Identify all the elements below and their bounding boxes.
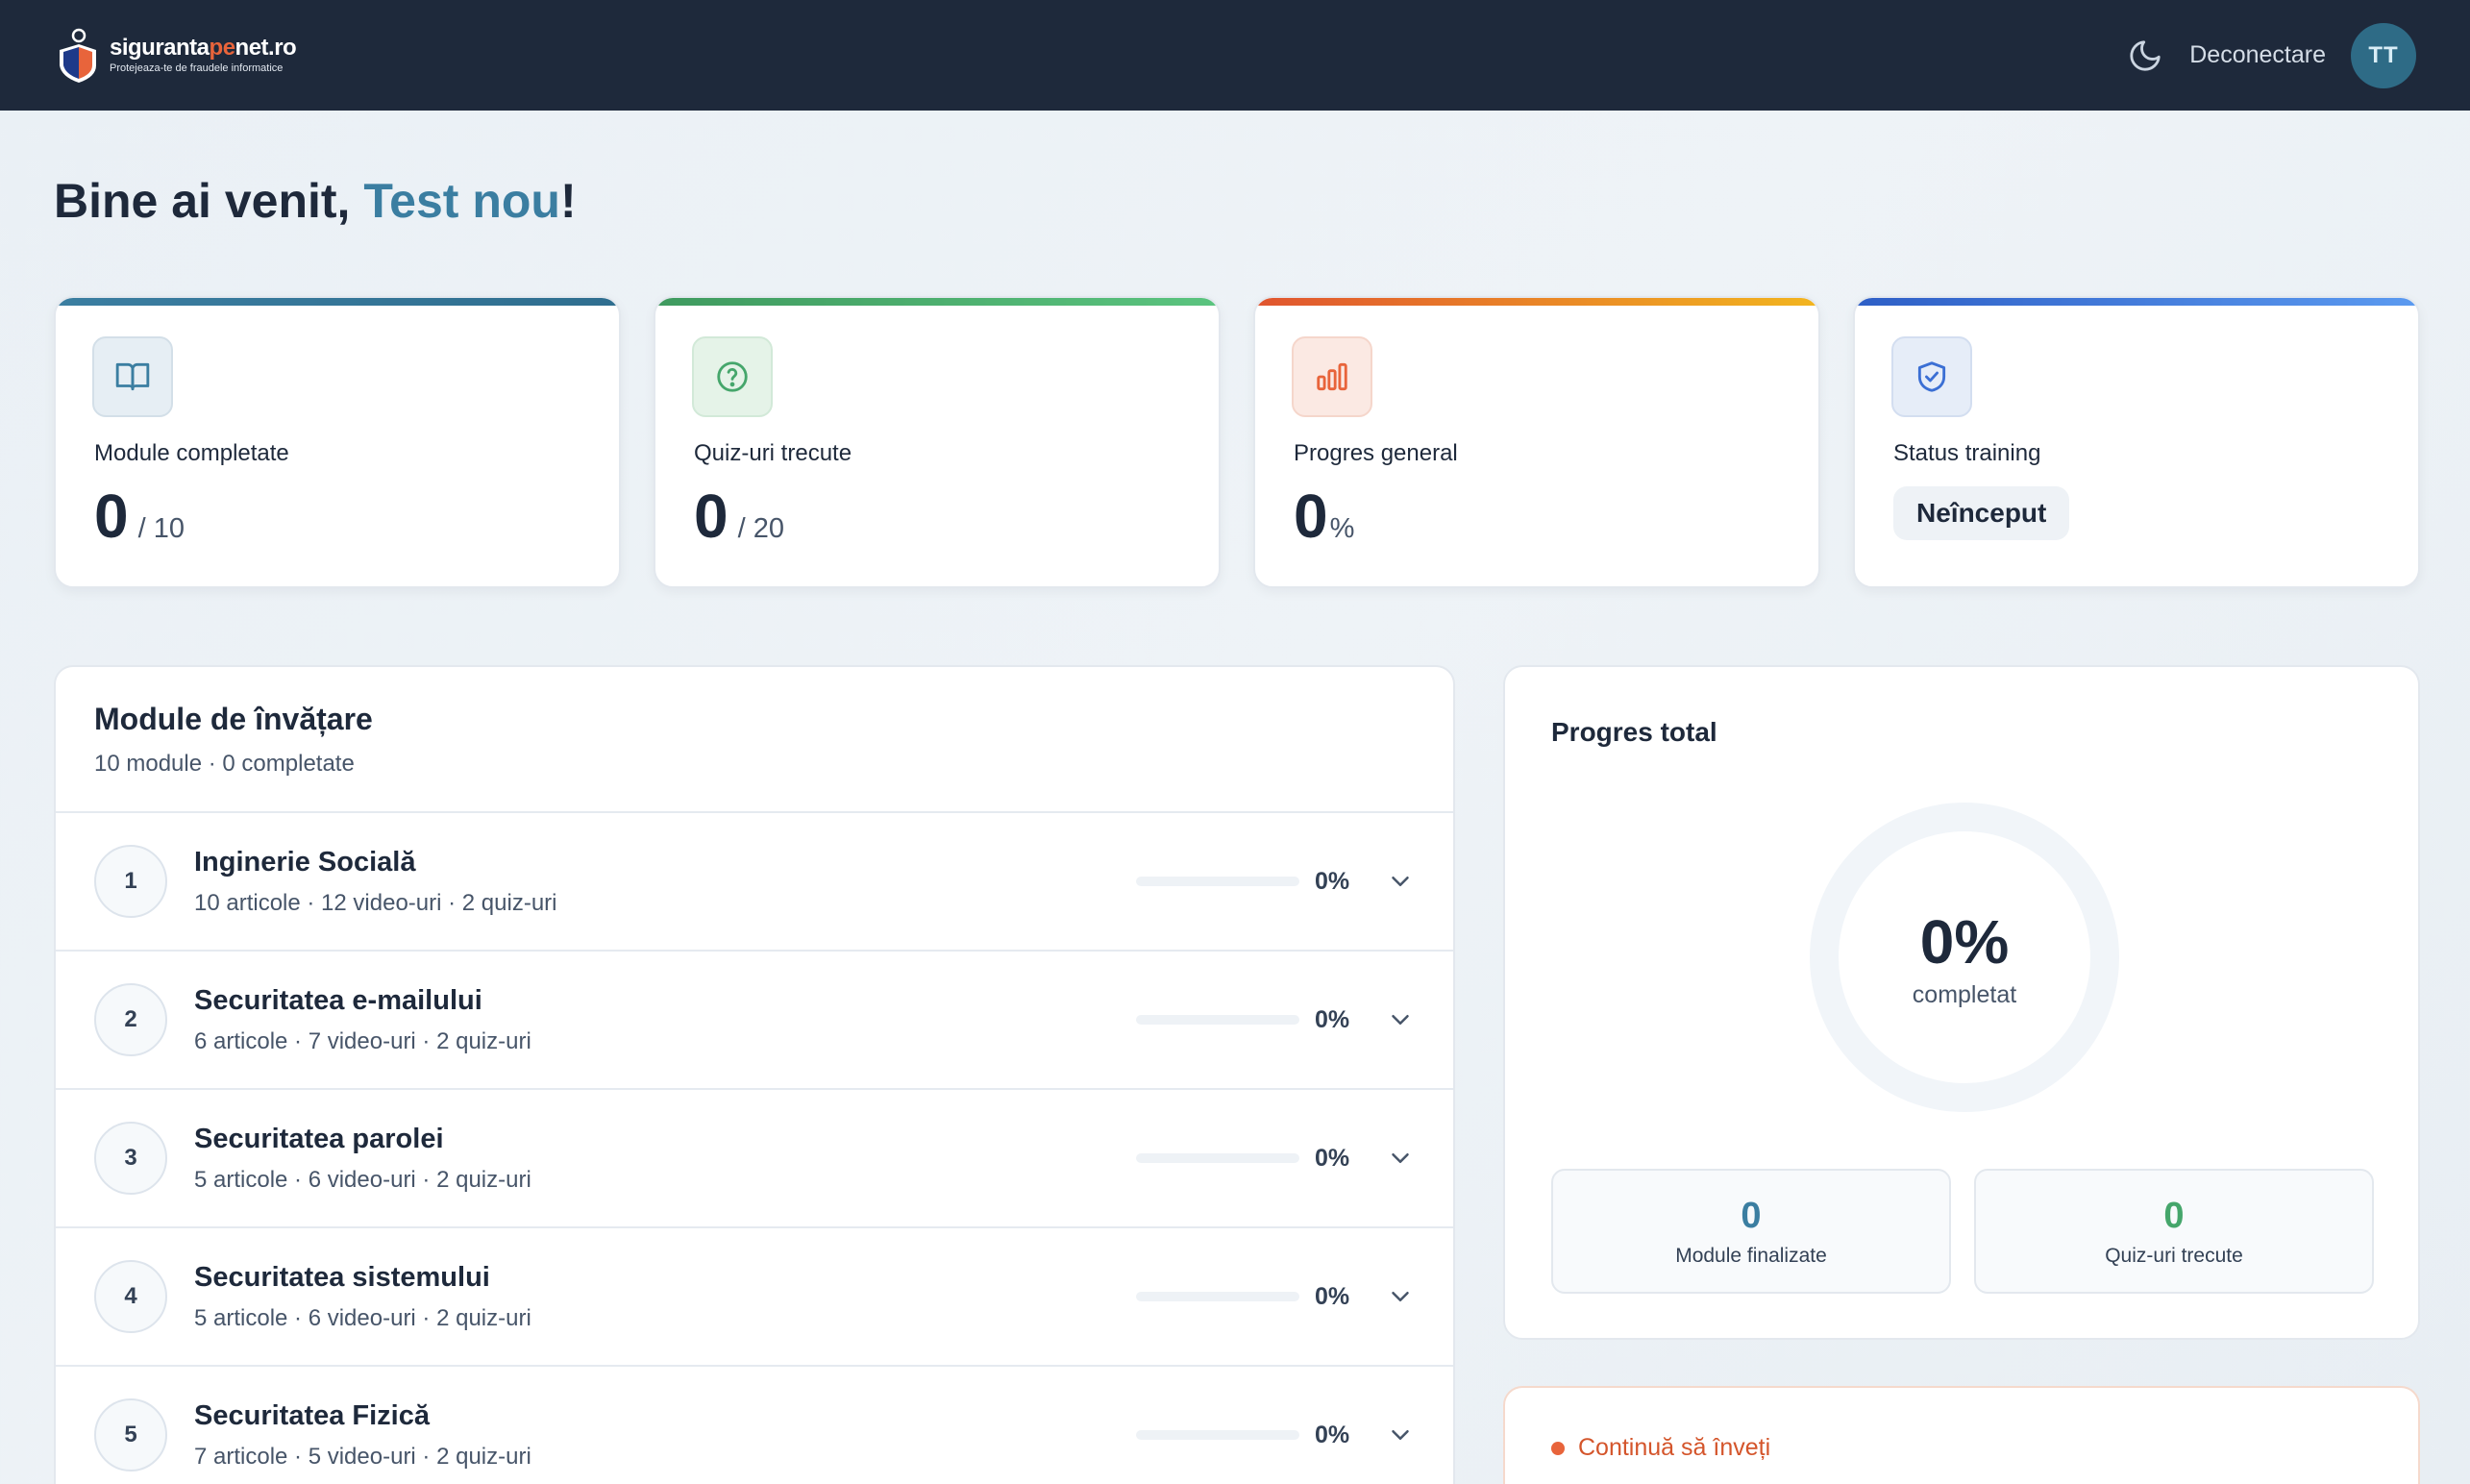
module-progress-bar <box>1136 1292 1299 1301</box>
module-title: Securitatea sistemului <box>194 1261 490 1293</box>
module-number: 1 <box>94 845 167 918</box>
module-title: Inginerie Socială <box>194 846 416 878</box>
brand-tagline: Protejeaza-te de fraudele informatice <box>110 62 284 74</box>
book-icon-box <box>92 336 173 417</box>
module-number: 3 <box>94 1122 167 1195</box>
card-accent-bar <box>1855 298 2418 306</box>
bar-chart-icon <box>1317 362 1347 391</box>
quizzes-passed-card: 0 Quiz-uri trecute <box>1974 1169 2374 1294</box>
module-meta: 5 articole · 6 video-uri · 2 quiz-uri <box>194 1304 531 1331</box>
brand-shield-logo <box>60 28 96 83</box>
question-icon-box <box>692 336 773 417</box>
modules-subtitle: 10 module · 0 completate <box>94 751 355 777</box>
dark-mode-toggle[interactable] <box>2126 37 2164 75</box>
stat-card-status: Status training Neînceput <box>1853 296 2420 588</box>
brand-logo-link[interactable]: sigurantapenet.ro Protejeaza-te de fraud… <box>54 27 297 85</box>
quizzes-passed-label: Quiz-uri trecute <box>2105 1244 2243 1267</box>
stat-value: 0 <box>694 482 729 551</box>
question-circle-icon <box>717 361 748 392</box>
moon-icon <box>2130 39 2161 71</box>
shield-check-icon <box>1917 361 1946 392</box>
stat-label: Module completate <box>94 440 289 466</box>
module-row[interactable]: 1 Inginerie Socială 10 articole · 12 video… <box>56 813 1453 952</box>
modules-panel: Module de învățare 10 module · 0 complet… <box>54 665 1455 1484</box>
module-row[interactable]: 4 Securitatea sistemului 5 articole · 6 vi… <box>56 1228 1453 1367</box>
card-accent-bar <box>655 298 1219 306</box>
modules-finished-card: 0 Module finalizate <box>1551 1169 1951 1294</box>
stat-label: Quiz-uri trecute <box>694 440 852 466</box>
top-navbar: sigurantapenet.ro Protejeaza-te de fraud… <box>0 0 2470 111</box>
module-row[interactable]: 2 Securitatea e-mailului 6 articole · 7 vi… <box>56 952 1453 1090</box>
welcome-user-name: Test nou <box>363 174 560 228</box>
progress-ring-label: completat <box>1912 980 2017 1008</box>
user-avatar[interactable]: TT <box>2351 22 2416 88</box>
module-progress-percent: 0% <box>1315 1144 1350 1172</box>
module-progress-bar <box>1136 1430 1299 1440</box>
module-number: 2 <box>94 983 167 1056</box>
module-progress-bar <box>1136 1153 1299 1163</box>
chevron-down-icon[interactable] <box>1386 1421 1415 1449</box>
module-progress-bar <box>1136 877 1299 886</box>
module-meta: 5 articole · 6 video-uri · 2 quiz-uri <box>194 1166 531 1193</box>
progress-ring-percent: 0% <box>1919 906 2010 977</box>
stat-card-quizzes: Quiz-uri trecute 0 / 20 <box>654 296 1221 588</box>
continue-learning-card[interactable]: Continuă să înveți <box>1503 1386 2420 1484</box>
stat-label: Progres general <box>1294 440 1458 466</box>
stat-value: 0 <box>94 482 129 551</box>
continue-learning-label: Continuă să înveți <box>1578 1434 1771 1461</box>
book-icon <box>115 362 150 391</box>
module-row[interactable]: 3 Securitatea parolei 5 articole · 6 video… <box>56 1090 1453 1228</box>
module-progress-percent: 0% <box>1315 1282 1350 1310</box>
card-accent-bar <box>1255 298 1818 306</box>
modules-title: Module de învățare <box>94 702 373 736</box>
chevron-down-icon[interactable] <box>1386 867 1415 896</box>
module-progress-percent: 0% <box>1315 1421 1350 1448</box>
quizzes-passed-value: 0 <box>2163 1195 2185 1236</box>
stat-card-progress: Progres general 0 % <box>1253 296 1820 588</box>
modules-finished-label: Module finalizate <box>1675 1244 1827 1267</box>
module-number: 4 <box>94 1260 167 1333</box>
stat-card-modules: Module completate 0 / 10 <box>54 296 621 588</box>
module-progress-percent: 0% <box>1315 1005 1350 1033</box>
module-meta: 10 articole · 12 video-uri · 2 quiz-uri <box>194 889 557 916</box>
chevron-down-icon[interactable] <box>1386 1144 1415 1173</box>
brand-name: sigurantapenet.ro <box>110 35 297 61</box>
module-row[interactable]: 5 Securitatea Fizică 7 articole · 5 video-… <box>56 1367 1453 1484</box>
modules-finished-value: 0 <box>1741 1195 1762 1236</box>
progress-total-card: Progres total 0% completat 0 Module fina… <box>1503 665 2420 1340</box>
chevron-down-icon[interactable] <box>1386 1282 1415 1311</box>
module-number: 5 <box>94 1398 167 1472</box>
module-progress-bar <box>1136 1015 1299 1025</box>
module-title: Securitatea Fizică <box>194 1399 430 1431</box>
stat-value: 0 <box>1294 482 1328 551</box>
stat-total: / 10 <box>137 513 185 544</box>
stat-total: / 20 <box>737 513 784 544</box>
logout-link[interactable]: Deconectare <box>2189 41 2326 69</box>
module-progress-percent: 0% <box>1315 867 1350 895</box>
module-title: Securitatea e-mailului <box>194 984 482 1016</box>
chart-icon-box <box>1292 336 1372 417</box>
stat-unit: % <box>1329 513 1355 544</box>
card-accent-bar <box>56 298 619 306</box>
stat-label: Status training <box>1893 440 2041 466</box>
module-title: Securitatea parolei <box>194 1123 444 1154</box>
welcome-heading: Bine ai venit, Test nou! <box>54 174 577 228</box>
status-dot-icon <box>1551 1441 1565 1455</box>
progress-total-title: Progres total <box>1551 717 1717 747</box>
module-list: 1 Inginerie Socială 10 articole · 12 video… <box>56 813 1453 1484</box>
module-meta: 7 articole · 5 video-uri · 2 quiz-uri <box>194 1443 531 1470</box>
status-badge: Neînceput <box>1893 486 2070 540</box>
shield-icon-box <box>1891 336 1972 417</box>
module-meta: 6 articole · 7 video-uri · 2 quiz-uri <box>194 1027 531 1054</box>
chevron-down-icon[interactable] <box>1386 1005 1415 1034</box>
